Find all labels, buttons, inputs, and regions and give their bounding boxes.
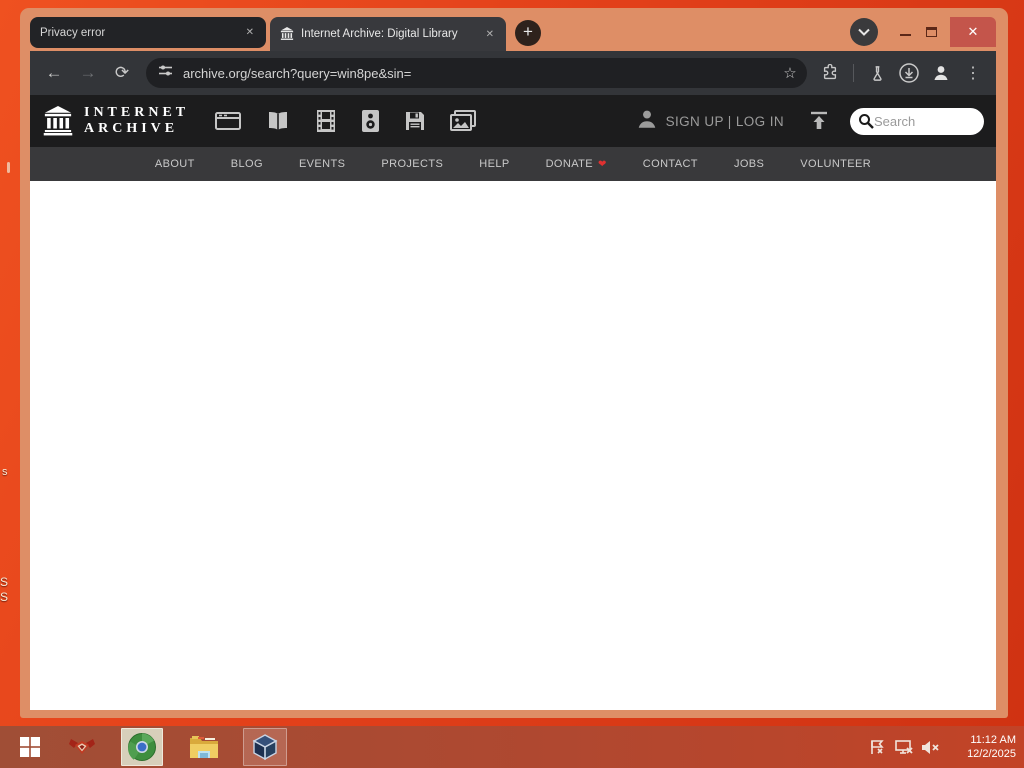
nav-item-contact[interactable]: CONTACT: [643, 158, 698, 170]
media-type-icons: [215, 109, 477, 133]
tab-search-button[interactable]: [850, 18, 878, 46]
tab-privacy-error[interactable]: Privacy error ✕: [30, 17, 266, 48]
tab-strip: Privacy error ✕ Internet Archive: Digita…: [30, 13, 996, 51]
heart-icon: ❤: [598, 158, 607, 170]
window-controls: ✕: [850, 13, 996, 51]
bookmark-star-icon[interactable]: ☆: [777, 64, 803, 82]
nav-item-jobs[interactable]: JOBS: [734, 158, 764, 170]
taskbar: 11:12 AM 12/2/2025: [0, 726, 1024, 768]
desktop-icon-fragment: [7, 162, 10, 173]
internet-archive-nav: ABOUT BLOG EVENTS PROJECTS HELP DONATE ❤ …: [30, 147, 996, 181]
signup-login-link[interactable]: SIGN UP | LOG IN: [666, 114, 784, 129]
tab-close-icon[interactable]: ✕: [242, 25, 258, 40]
texts-icon[interactable]: [265, 110, 291, 132]
virtualbox-cube-icon: [252, 734, 278, 761]
web-icon[interactable]: [215, 110, 242, 132]
tab-close-icon[interactable]: ✕: [482, 27, 498, 42]
chromium-icon: [128, 733, 156, 761]
start-button[interactable]: [8, 728, 52, 766]
taskbar-file-explorer-button[interactable]: [182, 728, 226, 766]
tab-internet-archive[interactable]: Internet Archive: Digital Library ✕: [270, 17, 506, 51]
upload-icon[interactable]: [808, 111, 830, 131]
page-content-blank: [30, 181, 996, 710]
nav-item-projects[interactable]: PROJECTS: [381, 158, 443, 170]
taskbar-app-red-icon[interactable]: [60, 728, 104, 766]
url-text: archive.org/search?query=win8pe&sin=: [183, 65, 412, 81]
images-icon[interactable]: [450, 110, 477, 132]
chevron-down-icon: [858, 28, 870, 36]
browser-menu-icon[interactable]: ⋮: [960, 60, 986, 86]
back-button[interactable]: ←: [40, 59, 68, 87]
search-icon: [859, 114, 874, 129]
downloads-icon[interactable]: [896, 60, 922, 86]
nav-item-help[interactable]: HELP: [479, 158, 509, 170]
nav-item-donate[interactable]: DONATE ❤: [546, 158, 607, 170]
desktop: s S S Privacy error ✕ Internet Archive: …: [0, 0, 1024, 768]
desktop-label-fragment: S: [0, 590, 9, 604]
nav-item-volunteer[interactable]: VOLUNTEER: [800, 158, 871, 170]
software-icon[interactable]: [404, 110, 426, 132]
extensions-icon[interactable]: [817, 60, 843, 86]
internet-archive-header: INTERNET ARCHIVE SIGN UP | LOG IN: [30, 95, 996, 147]
site-search-box[interactable]: [850, 107, 984, 135]
toolbar-separator: [853, 64, 854, 82]
browser-window: Privacy error ✕ Internet Archive: Digita…: [20, 8, 1008, 718]
taskbar-virtualbox-button[interactable]: [243, 728, 287, 766]
minimize-button[interactable]: [892, 23, 918, 41]
clock-date: 12/2/2025: [967, 748, 1016, 760]
new-tab-button[interactable]: +: [515, 20, 541, 46]
tab-title: Internet Archive: Digital Library: [301, 28, 458, 40]
site-search-input[interactable]: [874, 113, 966, 129]
tray-network-icon[interactable]: [895, 726, 914, 768]
nav-item-events[interactable]: EVENTS: [299, 158, 345, 170]
forward-button[interactable]: →: [74, 59, 102, 87]
profile-avatar-icon[interactable]: [928, 60, 954, 86]
wordmark-line2: ARCHIVE: [84, 121, 179, 136]
internet-archive-favicon-icon: [280, 27, 294, 41]
close-button[interactable]: ✕: [950, 17, 996, 47]
reload-button[interactable]: ⟳: [108, 59, 136, 87]
taskbar-clock[interactable]: 11:12 AM 12/2/2025: [967, 726, 1016, 768]
desktop-label-fragment: s: [2, 466, 8, 478]
address-bar[interactable]: archive.org/search?query=win8pe&sin= ☆: [146, 58, 807, 88]
windows-logo-icon: [20, 737, 40, 757]
nav-item-about[interactable]: ABOUT: [155, 158, 195, 170]
clock-time: 11:12 AM: [970, 733, 1016, 746]
audio-icon[interactable]: [361, 109, 380, 133]
wordmark-line1: INTERNET: [84, 104, 190, 120]
tab-title: Privacy error: [40, 26, 106, 39]
temple-icon: [43, 106, 73, 136]
video-icon[interactable]: [315, 109, 337, 133]
maximize-button[interactable]: [918, 27, 944, 37]
site-info-icon[interactable]: [158, 63, 173, 83]
internet-archive-logo[interactable]: INTERNET ARCHIVE: [42, 105, 189, 137]
user-icon: [636, 108, 658, 135]
labs-flask-icon[interactable]: [864, 60, 890, 86]
tray-action-center-icon[interactable]: [869, 726, 886, 768]
browser-toolbar: ← → ⟳ archive.org/search?query=win8pe&si…: [30, 51, 996, 95]
header-right: SIGN UP | LOG IN: [636, 107, 984, 135]
taskbar-chrome-button[interactable]: [121, 728, 163, 766]
folder-icon: [190, 736, 218, 758]
desktop-label-fragment: S: [0, 575, 9, 589]
tray-volume-muted-icon[interactable]: [921, 726, 940, 768]
nav-item-blog[interactable]: BLOG: [231, 158, 263, 170]
